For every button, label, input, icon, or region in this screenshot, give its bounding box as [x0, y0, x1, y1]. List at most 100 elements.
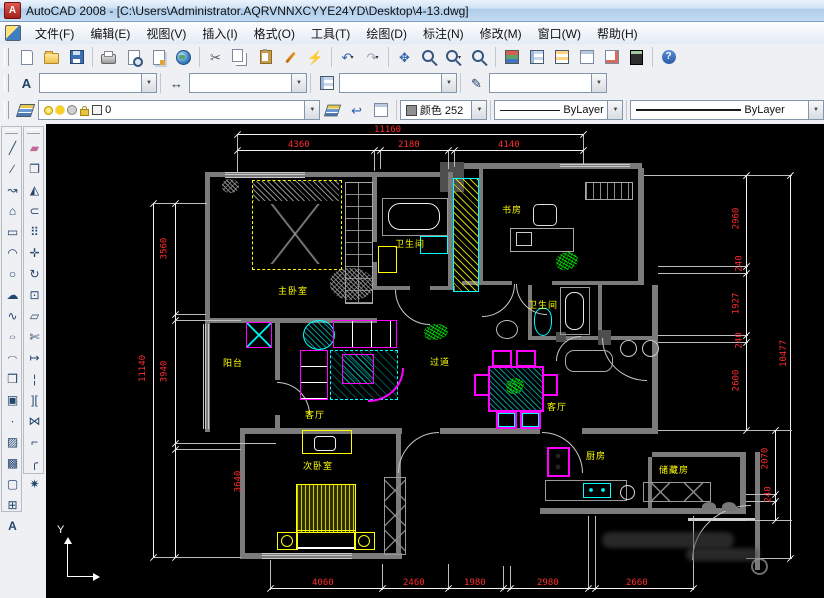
region-button[interactable]: ▢	[2, 473, 23, 494]
zoom-window-button[interactable]: ▾	[442, 45, 467, 69]
dimension-style-combo[interactable]	[189, 73, 307, 93]
menu-item-6[interactable]: 绘图(D)	[358, 23, 415, 44]
help-button[interactable]: ?	[656, 45, 681, 69]
arc-button[interactable]: ◠	[2, 242, 23, 263]
toolbar-grip[interactable]	[4, 74, 9, 92]
table-style-combo[interactable]	[339, 73, 457, 93]
redo-button[interactable]: ↷▾	[360, 45, 385, 69]
revision-cloud-button[interactable]: ☁	[2, 284, 23, 305]
layer-states-button[interactable]	[369, 98, 393, 122]
layer-plot-icon[interactable]	[67, 105, 77, 115]
menu-item-10[interactable]: 帮助(H)	[589, 23, 646, 44]
plot-button[interactable]	[96, 45, 121, 69]
block-editor-button[interactable]: ⚡	[303, 45, 328, 69]
toolbar-grip[interactable]	[5, 129, 18, 134]
construction-line-button[interactable]: ∕	[2, 158, 23, 179]
properties-button[interactable]	[499, 45, 524, 69]
menu-item-5[interactable]: 工具(T)	[303, 23, 358, 44]
offset-button[interactable]: ⊂	[24, 200, 45, 221]
text-style-combo[interactable]	[39, 73, 157, 93]
insert-block-button[interactable]: ❒	[2, 368, 23, 389]
zoom-realtime-button[interactable]	[417, 45, 442, 69]
polyline-button[interactable]: ↝	[2, 179, 23, 200]
polygon-button[interactable]: ⌂	[2, 200, 23, 221]
line-button[interactable]: ╱	[2, 137, 23, 158]
erase-button[interactable]: ▰	[24, 137, 45, 158]
multileader-style-button[interactable]: ✎	[464, 71, 489, 95]
move-button[interactable]: ✛	[24, 242, 45, 263]
sheetset-manager-button[interactable]	[574, 45, 599, 69]
table-style-button[interactable]	[314, 71, 339, 95]
make-block-button[interactable]: ▣	[2, 389, 23, 410]
title-bar[interactable]: A AutoCAD 2008 - [C:\Users\Administrator…	[0, 0, 824, 22]
linetype-control-combo[interactable]: ByLayer	[494, 100, 623, 120]
lineweight-combo-dropdown[interactable]	[808, 101, 823, 119]
zoom-previous-button[interactable]	[467, 45, 492, 69]
lineweight-control-combo[interactable]: ByLayer	[630, 100, 824, 120]
trim-button[interactable]: ✄	[24, 326, 45, 347]
new-button[interactable]	[14, 45, 39, 69]
dimension-style-combo-dropdown[interactable]	[291, 74, 306, 92]
web-button[interactable]	[171, 45, 196, 69]
color-control-combo[interactable]: 颜色 252	[400, 100, 488, 120]
toolbar-grip[interactable]	[27, 129, 40, 134]
point-button[interactable]: ∙	[2, 410, 23, 431]
multileader-style-combo-dropdown[interactable]	[591, 74, 606, 92]
stretch-button[interactable]: ▱	[24, 305, 45, 326]
extend-button[interactable]: ↦	[24, 347, 45, 368]
paste-button[interactable]	[253, 45, 278, 69]
drawing-canvas[interactable]: 主卧室 卫生间 书房 卫生间 阳台 客厅 过道 客厅 次卧室 厨房 储藏房 11…	[46, 124, 824, 598]
circle-button[interactable]: ○	[2, 263, 23, 284]
explode-button[interactable]: ✷	[24, 473, 45, 494]
rotate-button[interactable]: ↻	[24, 263, 45, 284]
redo-dropdown[interactable]: ▾	[375, 54, 378, 61]
toolbar-grip[interactable]	[4, 48, 9, 66]
rectangle-button[interactable]: ▭	[2, 221, 23, 242]
layer-previous-button[interactable]: ↩	[345, 98, 369, 122]
table-button[interactable]: ⊞	[2, 494, 23, 515]
save-button[interactable]	[64, 45, 89, 69]
array-button[interactable]: ⠿	[24, 221, 45, 242]
undo-dropdown[interactable]: ▾	[350, 54, 353, 61]
copy-button[interactable]	[228, 45, 253, 69]
layer-on-icon[interactable]	[44, 106, 53, 115]
tool-palettes-button[interactable]	[549, 45, 574, 69]
layer-combo-dropdown[interactable]	[304, 101, 319, 119]
publish-button[interactable]	[146, 45, 171, 69]
text-style-combo-dropdown[interactable]	[141, 74, 156, 92]
break-button[interactable]: ][	[24, 389, 45, 410]
linetype-combo-dropdown[interactable]	[607, 101, 622, 119]
menu-item-4[interactable]: 格式(O)	[246, 23, 303, 44]
ellipse-arc-button[interactable]: ◠	[2, 347, 23, 368]
markup-set-manager-button[interactable]	[599, 45, 624, 69]
make-object-layer-current-button[interactable]	[320, 98, 344, 122]
open-button[interactable]	[39, 45, 64, 69]
menu-item-8[interactable]: 修改(M)	[472, 23, 530, 44]
pan-button[interactable]: ✥	[392, 45, 417, 69]
scale-button[interactable]: ⊡	[24, 284, 45, 305]
mirror-button[interactable]: ◭	[24, 179, 45, 200]
menu-item-0[interactable]: 文件(F)	[27, 23, 82, 44]
layer-properties-manager-button[interactable]	[14, 98, 38, 122]
layer-lock-icon[interactable]	[80, 109, 89, 116]
mtext-button[interactable]: A	[2, 515, 23, 536]
copy-object-button[interactable]: ❐	[24, 158, 45, 179]
dimension-style-button[interactable]: ↔	[164, 71, 189, 95]
join-button[interactable]: ⋈	[24, 410, 45, 431]
cut-button[interactable]: ✂	[203, 45, 228, 69]
undo-button[interactable]: ↶▾	[335, 45, 360, 69]
quickcalc-button[interactable]	[624, 45, 649, 69]
multileader-style-combo[interactable]	[489, 73, 607, 93]
chamfer-button[interactable]: ⌐	[24, 431, 45, 452]
fillet-button[interactable]: ╭	[24, 452, 45, 473]
menu-item-2[interactable]: 视图(V)	[138, 23, 194, 44]
layer-freeze-icon[interactable]	[56, 106, 64, 114]
text-style-button[interactable]: A	[14, 71, 39, 95]
designcenter-button[interactable]	[524, 45, 549, 69]
gradient-button[interactable]: ▩	[2, 452, 23, 473]
menu-item-3[interactable]: 插入(I)	[194, 23, 245, 44]
plot-preview-button[interactable]	[121, 45, 146, 69]
document-icon[interactable]	[5, 25, 21, 41]
layer-combo[interactable]: 0	[38, 100, 320, 120]
menu-item-9[interactable]: 窗口(W)	[530, 23, 589, 44]
